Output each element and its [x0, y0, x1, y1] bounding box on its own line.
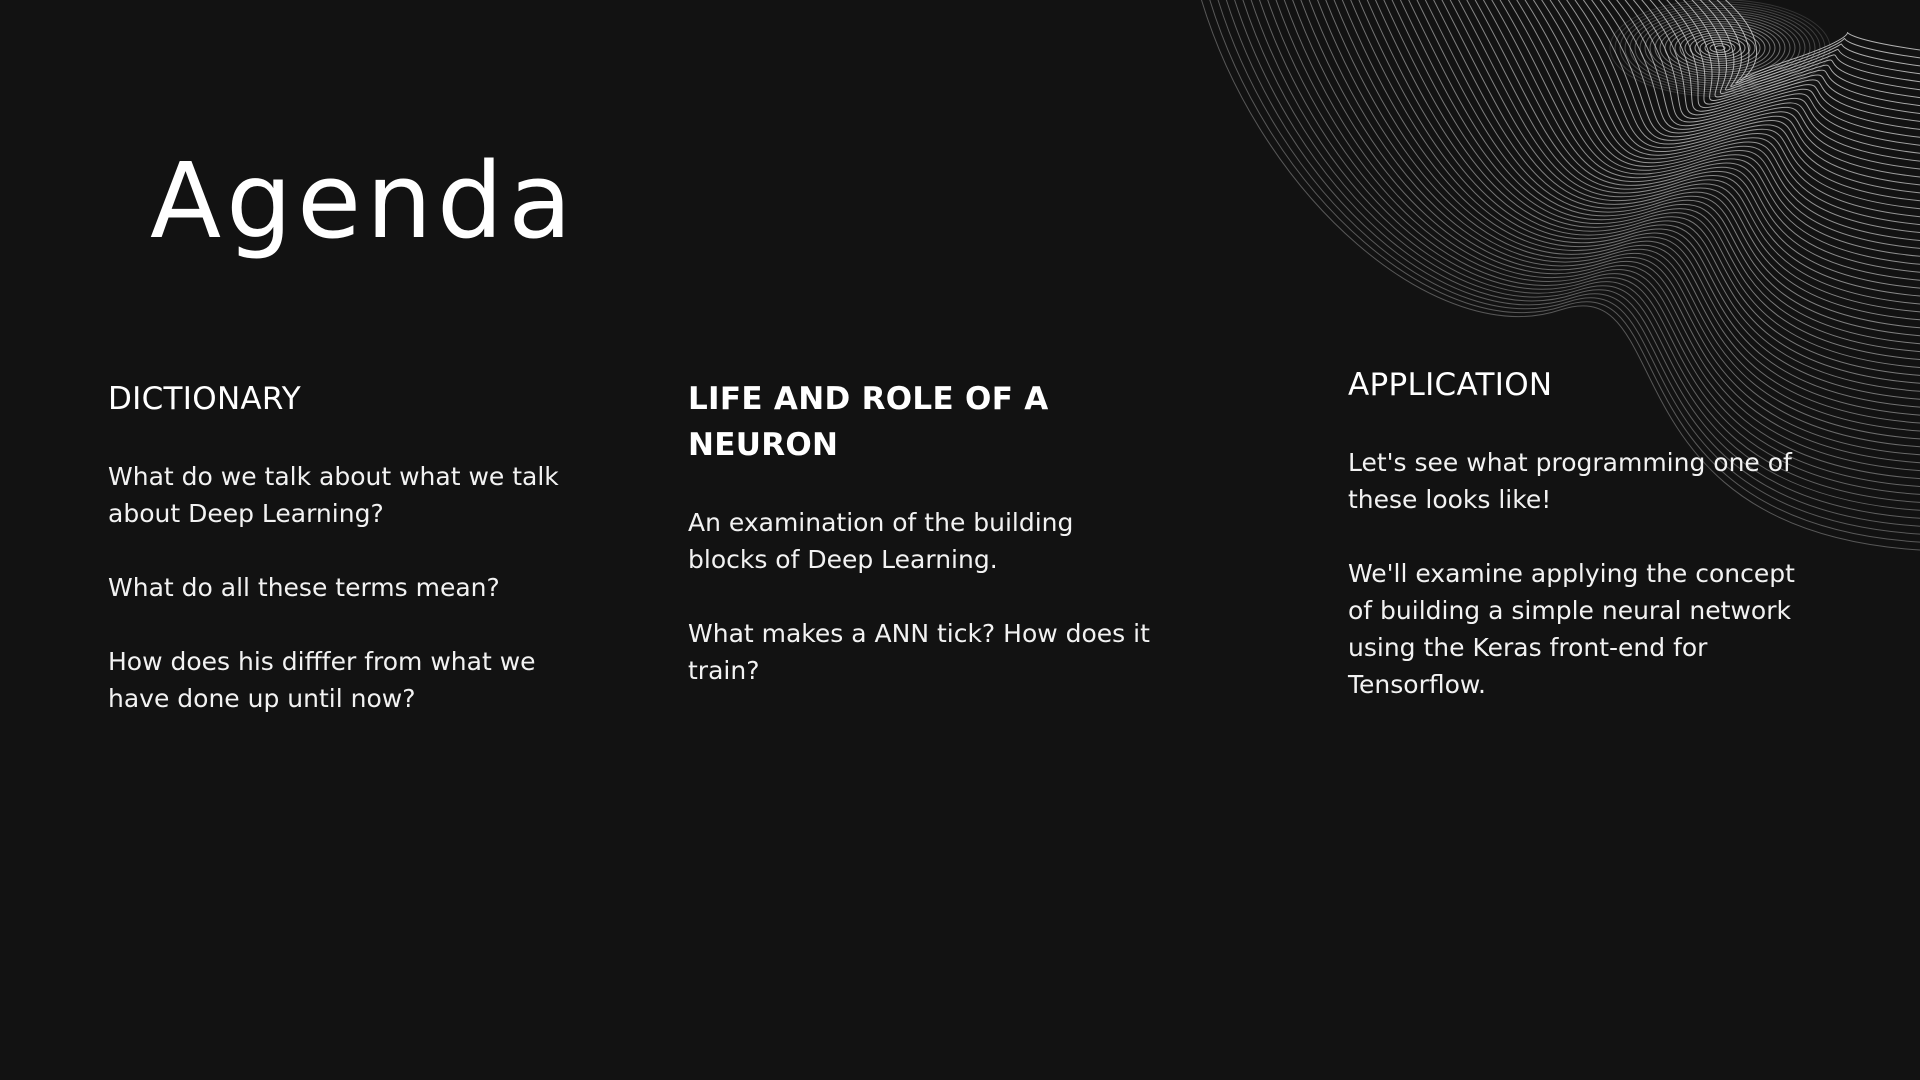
- contour-line: [1682, 0, 1920, 98]
- contour-line: [1516, 0, 1920, 249]
- contour-line: [1474, 0, 1920, 289]
- contour-line: [1341, 0, 1920, 416]
- column-paragraph: We'll examine applying the concept of bu…: [1348, 559, 1795, 699]
- contour-ring: [1654, 18, 1786, 78]
- column-heading: LIFE AND ROLE OF A NEURON: [688, 381, 1049, 463]
- contour-ring: [1664, 23, 1776, 73]
- contour-line: [1491, 0, 1920, 273]
- contour-line: [1641, 0, 1920, 130]
- contour-ring: [1714, 45, 1726, 51]
- contour-ring: [1624, 5, 1816, 91]
- contour-line: [1716, 0, 1920, 84]
- contour-ring: [1629, 7, 1811, 89]
- contour-line: [1433, 0, 1920, 329]
- contour-line: [1582, 0, 1920, 186]
- contour-line: [1424, 0, 1920, 337]
- contour-line: [1466, 0, 1920, 297]
- contour-line: [1408, 0, 1920, 353]
- contour-line: [1699, 0, 1920, 91]
- column-heading: DICTIONARY: [108, 381, 302, 417]
- contour-line: [1707, 0, 1920, 88]
- contour-line: [1649, 0, 1920, 122]
- contour-ring: [1684, 32, 1756, 64]
- contour-ring: [1699, 38, 1741, 58]
- column-paragraph: What do all these terms mean?: [108, 573, 500, 602]
- contour-line: [1449, 0, 1920, 313]
- column-paragraph: What do we talk about what we talk about…: [108, 462, 559, 528]
- contour-line: [1566, 0, 1920, 202]
- contour-line: [1599, 0, 1920, 170]
- contour-line: [1358, 0, 1920, 400]
- contour-line: [1441, 0, 1920, 321]
- column-paragraph: What makes a ANN tick? How does it train…: [688, 619, 1150, 685]
- contour-line: [1482, 0, 1920, 281]
- contour-ring: [1649, 16, 1791, 80]
- column-heading: APPLICATION: [1348, 367, 1553, 403]
- agenda-column-dictionary: DICTIONARY What do we talk about what we…: [108, 376, 588, 754]
- contour-line: [1532, 0, 1920, 233]
- contour-ring: [1644, 14, 1796, 82]
- contour-line: [1499, 0, 1920, 265]
- column-paragraph: Let's see what programming one of these …: [1348, 448, 1792, 514]
- contour-line: [1541, 0, 1920, 226]
- contour-ring: [1694, 36, 1746, 60]
- contour-line: [1724, 0, 1920, 81]
- contour-ring: [1674, 27, 1766, 69]
- contour-line: [1399, 0, 1920, 360]
- contour-line: [1375, 0, 1920, 384]
- contour-line: [1458, 0, 1920, 305]
- contour-ring: [1614, 1, 1826, 95]
- contour-line: [1632, 0, 1920, 138]
- contour-line: [1333, 0, 1920, 424]
- contour-line: [1674, 0, 1920, 101]
- slide: Agenda DICTIONARY What do we talk about …: [0, 0, 1920, 1080]
- contour-line: [1391, 0, 1920, 368]
- contour-ring: [1619, 3, 1821, 93]
- contour-ring: [1679, 29, 1761, 67]
- contour-line: [1607, 0, 1920, 162]
- agenda-column-neuron: LIFE AND ROLE OF A NEURON An examination…: [688, 376, 1168, 726]
- contour-line: [1624, 0, 1920, 146]
- contour-line: [1549, 0, 1920, 218]
- contour-line: [1691, 0, 1920, 95]
- contour-line: [1657, 0, 1920, 114]
- contour-ring: [1659, 21, 1781, 75]
- contour-ring: [1639, 12, 1801, 84]
- contour-line: [1366, 0, 1920, 392]
- contour-line: [1507, 0, 1920, 257]
- contour-ring: [1704, 40, 1736, 56]
- page-title: Agenda: [150, 140, 577, 262]
- contour-ring: [1689, 34, 1751, 62]
- contour-line: [1524, 0, 1920, 241]
- agenda-column-application: APPLICATION Let's see what programming o…: [1348, 362, 1828, 740]
- column-paragraph: How does his difffer from what we have d…: [108, 647, 536, 713]
- contour-line: [1590, 0, 1920, 178]
- contour-ring: [1709, 43, 1731, 53]
- contour-line: [1615, 0, 1920, 154]
- contour-line: [1416, 0, 1920, 345]
- contour-ring: [1609, 0, 1831, 97]
- contour-line: [1383, 0, 1920, 376]
- contour-ring: [1669, 25, 1771, 71]
- contour-line: [1350, 0, 1920, 408]
- contour-ring: [1634, 10, 1806, 86]
- contour-line: [1574, 0, 1920, 194]
- column-paragraph: An examination of the building blocks of…: [688, 508, 1074, 574]
- contour-line: [1557, 0, 1920, 210]
- contour-line: [1666, 0, 1920, 107]
